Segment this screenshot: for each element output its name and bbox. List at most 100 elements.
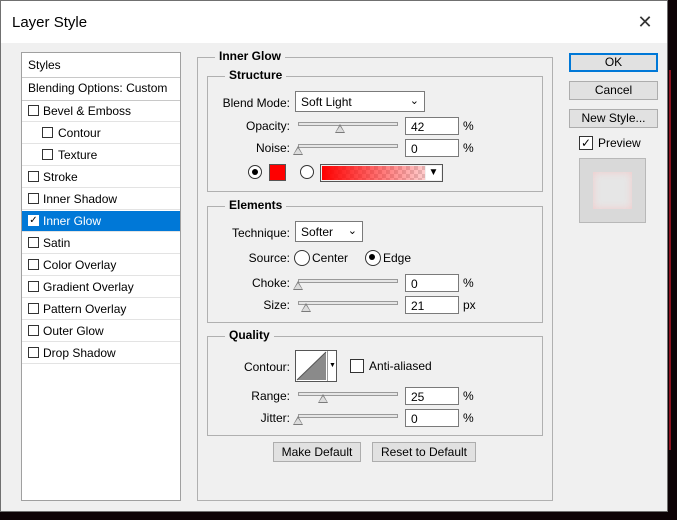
- choke-value: 0: [411, 277, 418, 291]
- choke-slider-thumb[interactable]: [293, 281, 303, 290]
- size-input[interactable]: 21: [405, 296, 459, 314]
- style-item-label: Inner Glow: [43, 214, 102, 228]
- contour-picker[interactable]: ▼: [295, 350, 337, 382]
- size-slider-thumb[interactable]: [301, 303, 312, 312]
- style-item-label: Outer Glow: [43, 324, 104, 338]
- style-item-label: Contour: [58, 126, 101, 140]
- style-item-checkbox[interactable]: ✓: [28, 215, 39, 226]
- range-value: 25: [411, 390, 425, 404]
- anti-aliased-label: Anti-aliased: [369, 359, 432, 373]
- blending-options-item[interactable]: Blending Options: Custom: [22, 78, 180, 101]
- source-center-radio[interactable]: [294, 250, 310, 266]
- style-item-checkbox[interactable]: [28, 105, 39, 116]
- style-item-checkbox[interactable]: [28, 281, 39, 292]
- style-item-checkbox[interactable]: [28, 237, 39, 248]
- technique-value: Softer: [301, 225, 334, 239]
- gradient-radio[interactable]: [300, 165, 314, 179]
- style-item-label: Inner Shadow: [43, 192, 118, 206]
- style-item-drop-shadow[interactable]: Drop Shadow: [22, 343, 180, 364]
- anti-aliased-checkbox[interactable]: [350, 359, 364, 373]
- style-item-label: Pattern Overlay: [43, 302, 127, 316]
- noise-input[interactable]: 0: [405, 139, 459, 157]
- style-item-label: Satin: [43, 236, 71, 250]
- range-input[interactable]: 25: [405, 387, 459, 405]
- technique-select[interactable]: Softer ⌄: [295, 221, 363, 242]
- glow-color-swatch[interactable]: [269, 164, 286, 181]
- style-item-checkbox[interactable]: [42, 127, 53, 138]
- size-slider[interactable]: [298, 301, 398, 305]
- style-item-texture[interactable]: Texture: [22, 145, 180, 166]
- style-item-checkbox[interactable]: [28, 303, 39, 314]
- jitter-slider-thumb[interactable]: [293, 416, 303, 425]
- style-item-bevel-emboss[interactable]: Bevel & Emboss: [22, 101, 180, 122]
- reset-to-default-button[interactable]: Reset to Default: [372, 442, 476, 462]
- source-edge-radio[interactable]: [365, 250, 381, 266]
- choke-unit: %: [463, 276, 474, 290]
- opacity-slider-thumb[interactable]: [335, 124, 345, 133]
- title-bar: Layer Style ✕: [1, 1, 667, 43]
- jitter-input[interactable]: 0: [405, 409, 459, 427]
- style-item-contour[interactable]: Contour: [22, 123, 180, 144]
- style-item-stroke[interactable]: Stroke: [22, 167, 180, 188]
- chevron-down-icon: ⌄: [409, 95, 419, 107]
- range-slider[interactable]: [298, 392, 398, 396]
- styles-list: Styles Blending Options: Custom Bevel & …: [21, 52, 181, 501]
- style-item-checkbox[interactable]: [28, 325, 39, 336]
- choke-slider[interactable]: [298, 279, 398, 283]
- opacity-unit: %: [463, 119, 474, 133]
- range-label: Range:: [251, 389, 290, 403]
- cancel-button[interactable]: Cancel: [569, 81, 658, 100]
- style-item-gradient-overlay[interactable]: Gradient Overlay: [22, 277, 180, 298]
- close-button[interactable]: ✕: [627, 5, 663, 39]
- source-label: Source:: [248, 251, 290, 265]
- preview-swatch: [593, 172, 632, 209]
- opacity-input[interactable]: 42: [405, 117, 459, 135]
- range-slider-thumb[interactable]: [318, 394, 328, 403]
- chevron-down-icon: ⌄: [347, 225, 357, 237]
- contour-dropdown-icon: ▼: [327, 351, 337, 381]
- style-item-inner-glow[interactable]: ✓ Inner Glow: [22, 211, 180, 232]
- style-item-checkbox[interactable]: [28, 347, 39, 358]
- jitter-value: 0: [411, 412, 418, 426]
- gradient-picker[interactable]: ▼: [320, 164, 443, 182]
- style-item-label: Texture: [58, 148, 98, 162]
- style-item-checkbox[interactable]: [42, 149, 53, 160]
- style-item-checkbox[interactable]: [28, 193, 39, 204]
- jitter-slider[interactable]: [298, 414, 398, 418]
- structure-title: Structure: [225, 68, 287, 82]
- solid-color-radio[interactable]: [248, 165, 262, 179]
- blend-mode-value: Soft Light: [301, 95, 352, 109]
- style-item-color-overlay[interactable]: Color Overlay: [22, 255, 180, 276]
- style-item-label: Color Overlay: [43, 258, 117, 272]
- blend-mode-select[interactable]: Soft Light ⌄: [295, 91, 425, 112]
- opacity-slider[interactable]: [298, 122, 398, 126]
- make-default-button[interactable]: Make Default: [273, 442, 361, 462]
- opacity-value: 42: [411, 120, 425, 134]
- ok-button[interactable]: OK: [569, 53, 658, 72]
- preview-checkbox[interactable]: ✓: [579, 136, 593, 150]
- style-item-checkbox[interactable]: [28, 171, 39, 182]
- style-item-label: Bevel & Emboss: [43, 104, 132, 118]
- window-title: Layer Style: [12, 14, 88, 31]
- noise-label: Noise:: [255, 141, 290, 155]
- styles-header-label: Styles: [28, 58, 61, 72]
- styles-header[interactable]: Styles: [22, 53, 180, 78]
- new-style-button[interactable]: New Style...: [569, 109, 658, 128]
- jitter-unit: %: [463, 411, 474, 425]
- noise-slider-thumb[interactable]: [293, 146, 303, 155]
- style-item-satin[interactable]: Satin: [22, 233, 180, 254]
- style-item-inner-shadow[interactable]: Inner Shadow: [22, 189, 180, 210]
- style-item-checkbox[interactable]: [28, 259, 39, 270]
- style-preview-thumbnail: [579, 158, 646, 223]
- close-icon: ✕: [637, 12, 653, 32]
- opacity-label: Opacity:: [245, 119, 290, 133]
- style-item-outer-glow[interactable]: Outer Glow: [22, 321, 180, 342]
- style-item-label: Gradient Overlay: [43, 280, 134, 294]
- gradient-dropdown-icon: ▼: [426, 166, 441, 180]
- blending-options-label: Blending Options: Custom: [28, 81, 168, 95]
- style-item-pattern-overlay[interactable]: Pattern Overlay: [22, 299, 180, 320]
- noise-slider[interactable]: [298, 144, 398, 148]
- choke-input[interactable]: 0: [405, 274, 459, 292]
- style-item-label: Stroke: [43, 170, 78, 184]
- layer-style-dialog: Layer Style ✕ Styles Blending Options: C…: [0, 0, 668, 512]
